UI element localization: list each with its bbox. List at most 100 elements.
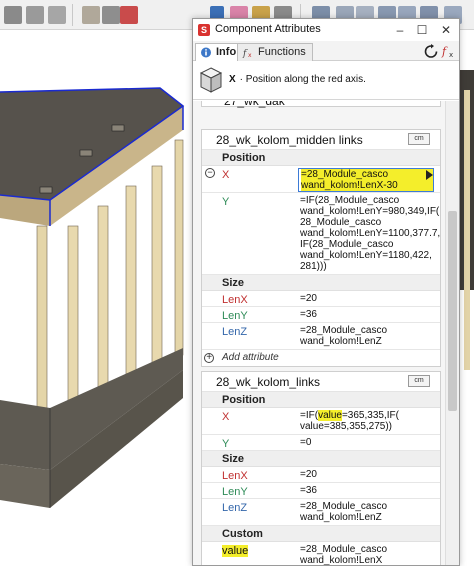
- section-header: Custom: [202, 526, 440, 542]
- attribute-value-field[interactable]: =28_Module_casco wand_kolom!LenZ: [298, 501, 434, 523]
- attribute-label: LenZ: [222, 502, 247, 514]
- components-icon[interactable]: [4, 6, 22, 24]
- attribute-value-line: value=385,355,275)): [300, 421, 393, 432]
- groups-icon[interactable]: [26, 6, 44, 24]
- roof-slot: [39, 186, 53, 194]
- component-attributes-dialog: S Component Attributes – ☐ ✕ Info fx Fun…: [192, 18, 460, 566]
- attribute-row: LenY =36: [202, 307, 440, 323]
- cube-icon: [199, 67, 223, 93]
- refresh-icon[interactable]: [423, 44, 439, 59]
- attribute-label-text: LenY: [222, 310, 248, 322]
- svg-text:f: f: [441, 45, 448, 58]
- attribute-value-line: =28_Module_casco: [300, 501, 388, 512]
- attribute-help-header: X · Position along the red axis.: [193, 62, 459, 100]
- tab-info[interactable]: Info: [195, 43, 244, 61]
- attribute-value-line: wand_kolom!LenY=980,349,IF(: [300, 206, 440, 217]
- add-attribute-row[interactable]: + Add attribute: [202, 350, 440, 366]
- highlighted-reference: value: [318, 410, 342, 421]
- component-name: 27_wk_dak: [224, 101, 285, 108]
- expand-formula-icon[interactable]: [426, 170, 433, 180]
- hammer-icon[interactable]: [82, 6, 100, 24]
- attribute-row: value =28_Module_casco wand_kolom!LenX: [202, 542, 440, 565]
- component-name: 28_wk_kolom_midden links: [216, 133, 363, 147]
- model-viewport[interactable]: [0, 30, 192, 566]
- tab-functions[interactable]: fx Functions: [237, 43, 313, 61]
- column: [151, 165, 163, 367]
- attribute-label-text: LenX: [222, 470, 248, 482]
- attribute-label: X: [222, 411, 229, 423]
- attribute-value-line: wand_kolom!LenX: [300, 555, 383, 565]
- attribute-value-line: =28_Module_casco: [300, 325, 388, 336]
- scrollbar-thumb[interactable]: [448, 211, 457, 411]
- section-header: Position: [202, 150, 440, 166]
- gear-icon[interactable]: [102, 6, 120, 24]
- attribute-label: Y: [222, 196, 229, 208]
- info-icon: [201, 47, 211, 58]
- app-logo-icon: S: [198, 24, 210, 36]
- attribute-row: Y =0: [202, 435, 440, 451]
- attribute-label-text: Y: [222, 438, 230, 450]
- attribute-help-name: X: [229, 74, 236, 85]
- attribute-value-field[interactable]: =36: [298, 309, 434, 320]
- add-attribute-icon[interactable]: +: [204, 353, 214, 363]
- section-header: Size: [202, 451, 440, 467]
- dialog-title: Component Attributes: [215, 23, 321, 35]
- svg-text:x: x: [449, 51, 453, 59]
- attribute-value-field[interactable]: =IF(28_Module_casco wand_kolom!LenY=980,3…: [298, 195, 440, 272]
- attributes-scroll-area[interactable]: 27_wk_dak 28_wk_kolom_midden links cm Posi…: [193, 101, 459, 565]
- add-attribute-label: Add attribute: [222, 352, 279, 363]
- attribute-label: LenX: [222, 470, 248, 482]
- column: [36, 225, 48, 427]
- attribute-label-text: LenZ: [222, 326, 248, 338]
- toggle-formula-icon[interactable]: fx: [441, 44, 457, 59]
- attribute-row: LenZ =28_Module_casco wand_kolom!LenZ: [202, 323, 440, 350]
- attribute-value-line: =IF(value=365,335,IF(: [300, 410, 399, 421]
- attribute-value-field[interactable]: =28_Module_casco wand_kolom!LenX-30: [298, 168, 434, 192]
- attribute-label-text: Y: [222, 196, 230, 208]
- attribute-label: LenZ: [222, 326, 247, 338]
- attribute-value-field[interactable]: =36: [298, 485, 434, 496]
- vertical-scrollbar[interactable]: [445, 101, 459, 565]
- attribute-value-line: =28_Module_casco: [301, 169, 433, 180]
- background-model-strip: [460, 30, 474, 566]
- unit-toggle[interactable]: cm: [408, 375, 430, 387]
- maximize-button[interactable]: ☐: [413, 21, 431, 39]
- module-model: [0, 87, 185, 508]
- attribute-value-field[interactable]: =IF(value=365,335,IF(value=385,355,275)): [298, 410, 434, 432]
- attribute-value-field[interactable]: =20: [298, 293, 434, 304]
- attribute-value-line: =IF(28_Module_casco: [300, 195, 400, 206]
- component-card: 28_wk_kolom_links cm Position X =IF(value=36…: [201, 371, 441, 565]
- layers-icon[interactable]: [48, 6, 66, 24]
- attribute-value-field[interactable]: =20: [298, 469, 434, 480]
- floor-slab-front-left: [0, 464, 50, 508]
- roof-slot: [111, 124, 125, 132]
- attribute-label-text: LenX: [222, 294, 248, 306]
- dialog-titlebar[interactable]: S Component Attributes – ☐ ✕: [193, 19, 459, 41]
- tab-info-label: Info: [216, 46, 237, 58]
- attribute-value-field[interactable]: =0: [298, 437, 434, 448]
- section-header: Position: [202, 392, 440, 408]
- plugin-icon[interactable]: [120, 6, 138, 24]
- component-header[interactable]: 28_wk_kolom_midden links cm: [202, 130, 440, 150]
- attribute-value-line: wand_kolom!LenZ: [300, 512, 382, 523]
- attribute-value-line: 28_Module_casco: [300, 217, 382, 228]
- attribute-row: − X =28_Module_casco wand_kolom!LenX-30: [202, 166, 440, 193]
- close-button[interactable]: ✕: [437, 21, 455, 39]
- attribute-label-text: LenY: [222, 486, 248, 498]
- component-card: 28_wk_kolom_midden links cm Position − X =28_…: [201, 129, 441, 367]
- attribute-value-field[interactable]: =28_Module_casco wand_kolom!LenZ: [298, 325, 434, 347]
- attribute-help-text: X · Position along the red axis.: [229, 74, 366, 85]
- attribute-value-line: =28_Module_casco: [300, 544, 388, 555]
- attribute-label: X: [222, 169, 229, 181]
- sketchup-window: or S Component Attributes – ☐ ✕ Info fx …: [0, 0, 474, 566]
- component-header[interactable]: 28_wk_kolom_links cm: [202, 372, 440, 392]
- attribute-value-line: =20: [300, 293, 317, 304]
- attribute-value-field[interactable]: =28_Module_casco wand_kolom!LenX: [298, 544, 434, 565]
- delete-attribute-icon[interactable]: −: [205, 168, 215, 178]
- column: [67, 225, 79, 427]
- unit-toggle[interactable]: cm: [408, 133, 430, 145]
- tab-functions-label: Functions: [258, 46, 306, 58]
- minimize-button[interactable]: –: [391, 21, 409, 39]
- attribute-row: LenZ =28_Module_casco wand_kolom!LenZ: [202, 499, 440, 526]
- column: [125, 185, 137, 387]
